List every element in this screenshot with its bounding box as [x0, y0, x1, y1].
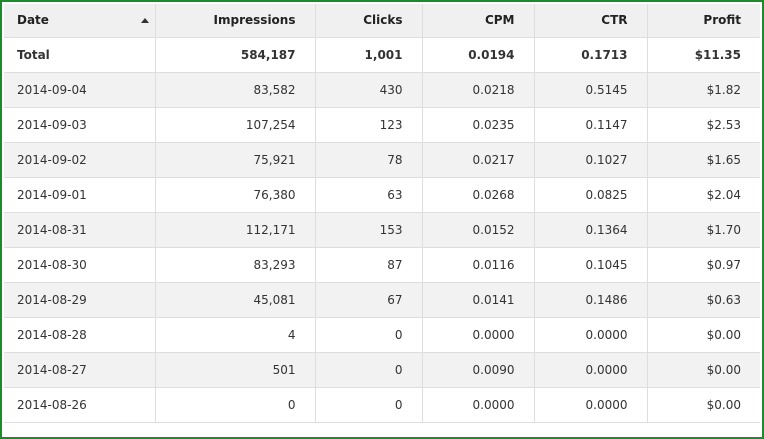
cell-cpm: 0.0116 — [422, 247, 535, 283]
cell-clicks: 153 — [315, 212, 423, 248]
column-header-clicks[interactable]: Clicks — [315, 4, 423, 38]
cell-cpm: 0.0152 — [422, 212, 535, 248]
column-header-impressions[interactable]: Impressions — [155, 4, 316, 38]
table-row: 2014-09-02 75,921 78 0.0217 0.1027 $1.65 — [4, 142, 760, 178]
cell-impressions: 107,254 — [155, 107, 316, 143]
cell-clicks: 430 — [315, 72, 423, 108]
cell-date: 2014-08-31 — [4, 212, 156, 248]
total-cpm: 0.0194 — [422, 37, 535, 73]
table-row: 2014-09-03 107,254 123 0.0235 0.1147 $2.53 — [4, 107, 760, 143]
stats-table-frame: Date Impressions Clicks CPM CTR Profit T… — [0, 0, 764, 439]
cell-date: 2014-09-03 — [4, 107, 156, 143]
cell-ctr: 0.5145 — [534, 72, 648, 108]
cell-profit: $1.70 — [647, 212, 760, 248]
cell-profit: $0.00 — [647, 387, 760, 423]
total-profit: $11.35 — [647, 37, 760, 73]
cell-cpm: 0.0235 — [422, 107, 535, 143]
cell-ctr: 0.0000 — [534, 317, 648, 353]
cell-ctr: 0.1364 — [534, 212, 648, 248]
cell-cpm: 0.0217 — [422, 142, 535, 178]
cell-profit: $1.65 — [647, 142, 760, 178]
cell-cpm: 0.0000 — [422, 317, 535, 353]
cell-date: 2014-08-27 — [4, 352, 156, 388]
cell-impressions: 75,921 — [155, 142, 316, 178]
column-header-profit[interactable]: Profit — [647, 4, 760, 38]
table-row: 2014-08-30 83,293 87 0.0116 0.1045 $0.97 — [4, 247, 760, 283]
total-ctr: 0.1713 — [534, 37, 648, 73]
cell-impressions: 83,582 — [155, 72, 316, 108]
cell-profit: $0.00 — [647, 317, 760, 353]
table-row: 2014-08-26 0 0 0.0000 0.0000 $0.00 — [4, 387, 760, 423]
cell-impressions: 45,081 — [155, 282, 316, 318]
cell-profit: $2.04 — [647, 177, 760, 213]
cell-ctr: 0.1147 — [534, 107, 648, 143]
stats-table: Date Impressions Clicks CPM CTR Profit T… — [4, 4, 760, 423]
cell-clicks: 78 — [315, 142, 423, 178]
cell-date: 2014-08-30 — [4, 247, 156, 283]
cell-ctr: 0.1486 — [534, 282, 648, 318]
cell-cpm: 0.0000 — [422, 387, 535, 423]
table-row: 2014-09-04 83,582 430 0.0218 0.5145 $1.82 — [4, 72, 760, 108]
column-header-date[interactable]: Date — [4, 4, 156, 38]
cell-impressions: 112,171 — [155, 212, 316, 248]
cell-profit: $1.82 — [647, 72, 760, 108]
table-header-row: Date Impressions Clicks CPM CTR Profit — [4, 4, 760, 38]
cell-clicks: 63 — [315, 177, 423, 213]
column-header-ctr[interactable]: CTR — [534, 4, 648, 38]
cell-ctr: 0.1027 — [534, 142, 648, 178]
cell-clicks: 123 — [315, 107, 423, 143]
cell-clicks: 87 — [315, 247, 423, 283]
table-row: 2014-08-27 501 0 0.0090 0.0000 $0.00 — [4, 352, 760, 388]
cell-impressions: 0 — [155, 387, 316, 423]
cell-cpm: 0.0218 — [422, 72, 535, 108]
cell-clicks: 67 — [315, 282, 423, 318]
column-header-label: Date — [17, 13, 49, 28]
cell-date: 2014-08-28 — [4, 317, 156, 353]
column-header-cpm[interactable]: CPM — [422, 4, 535, 38]
table-row: 2014-08-31 112,171 153 0.0152 0.1364 $1.70 — [4, 212, 760, 248]
cell-cpm: 0.0090 — [422, 352, 535, 388]
cell-profit: $0.00 — [647, 352, 760, 388]
cell-ctr: 0.0825 — [534, 177, 648, 213]
cell-clicks: 0 — [315, 387, 423, 423]
cell-impressions: 83,293 — [155, 247, 316, 283]
cell-ctr: 0.0000 — [534, 352, 648, 388]
total-label: Total — [4, 37, 156, 73]
cell-impressions: 76,380 — [155, 177, 316, 213]
total-clicks: 1,001 — [315, 37, 423, 73]
cell-date: 2014-09-02 — [4, 142, 156, 178]
cell-profit: $0.97 — [647, 247, 760, 283]
cell-cpm: 0.0268 — [422, 177, 535, 213]
sort-up-icon — [140, 18, 149, 23]
cell-impressions: 501 — [155, 352, 316, 388]
cell-date: 2014-09-04 — [4, 72, 156, 108]
cell-ctr: 0.0000 — [534, 387, 648, 423]
cell-date: 2014-08-29 — [4, 282, 156, 318]
total-row: Total 584,187 1,001 0.0194 0.1713 $11.35 — [4, 37, 760, 73]
table-row: 2014-08-29 45,081 67 0.0141 0.1486 $0.63 — [4, 282, 760, 318]
cell-cpm: 0.0141 — [422, 282, 535, 318]
cell-clicks: 0 — [315, 317, 423, 353]
cell-date: 2014-09-01 — [4, 177, 156, 213]
cell-profit: $0.63 — [647, 282, 760, 318]
cell-date: 2014-08-26 — [4, 387, 156, 423]
cell-profit: $2.53 — [647, 107, 760, 143]
table-row: 2014-08-28 4 0 0.0000 0.0000 $0.00 — [4, 317, 760, 353]
cell-impressions: 4 — [155, 317, 316, 353]
cell-clicks: 0 — [315, 352, 423, 388]
total-impressions: 584,187 — [155, 37, 316, 73]
table-row: 2014-09-01 76,380 63 0.0268 0.0825 $2.04 — [4, 177, 760, 213]
cell-ctr: 0.1045 — [534, 247, 648, 283]
